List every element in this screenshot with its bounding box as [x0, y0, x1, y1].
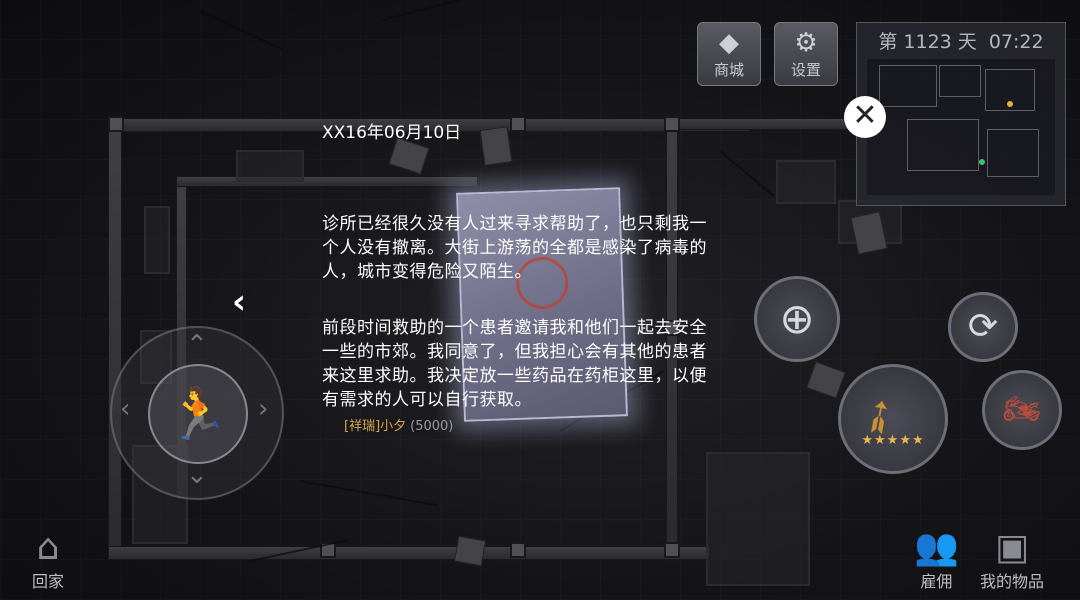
diary-paragraph-1: 诊所已经很久没有人过来寻求帮助了，也只剩我一 个人没有撤离。大街上游荡的全都是感… — [322, 212, 762, 284]
minimap-marker — [1007, 101, 1013, 107]
vehicle-button[interactable]: 🏍 — [982, 370, 1062, 450]
diary-line: 前段时间救助的一个患者邀请我和他们一起去安全 — [322, 318, 707, 338]
day-suffix: 天 — [957, 31, 977, 53]
star-icon: ★ — [911, 433, 925, 448]
home-button[interactable]: ⌂ 回家 — [32, 528, 64, 592]
minimap-player — [979, 159, 985, 165]
house-icon: ⌂ — [36, 527, 60, 568]
minimap-room — [939, 65, 981, 97]
minimap-room — [907, 119, 979, 171]
hire-label: 雇佣 — [920, 572, 953, 591]
settings-label: 设置 — [790, 61, 821, 79]
minimap-room — [987, 129, 1039, 177]
diary-line: 来这里求助。我决定放一些药品在药柜这里，以便 — [322, 366, 707, 386]
gear-icon: ⚙ — [794, 28, 818, 58]
weapon-star-rating: ★★★★★ — [841, 433, 945, 448]
diary-paragraph-2: 前段时间救助的一个患者邀请我和他们一起去安全 一些的市郊。我同意了，但我担心会有… — [322, 316, 762, 412]
day-time-panel: 第 1123 天 07:22 — [856, 22, 1066, 206]
settings-button[interactable]: ⚙ 设置 — [774, 22, 838, 86]
star-icon: ★ — [899, 433, 912, 448]
joystick-down-arrow-icon: ⌄ — [186, 460, 208, 490]
star-icon: ★ — [861, 433, 875, 448]
refresh-icon: ⟳ — [967, 306, 999, 347]
character-name: [祥瑞]小夕 — [344, 419, 407, 434]
character-name-tag: [祥瑞]小夕 (5000) — [344, 415, 453, 434]
diary-line: 个人没有撤离。大街上游荡的全都是感染了病毒的 — [322, 238, 707, 258]
joystick-knob[interactable]: 🏃 — [148, 364, 248, 464]
joystick-right-arrow-icon: › — [258, 394, 269, 424]
close-icon: ✕ — [852, 98, 878, 133]
weapon-button[interactable]: ➶ ★★★★★ — [838, 364, 948, 474]
star-icon: ★ — [874, 433, 887, 448]
magnifier-plus-icon: ⊕ — [779, 294, 815, 343]
chest-icon: ▣ — [995, 527, 1030, 568]
diamond-icon: ◆ — [719, 28, 739, 58]
day-number: 1123 — [903, 31, 952, 53]
star-icon: ★ — [886, 433, 900, 448]
shop-label: 商城 — [713, 61, 744, 79]
movement-joystick[interactable]: ⌃ ⌄ ‹ › 🏃 — [110, 326, 284, 500]
motorcycle-icon: 🏍 — [1002, 392, 1042, 427]
joystick-up-arrow-icon: ⌃ — [186, 330, 208, 360]
inventory-label: 我的物品 — [980, 572, 1045, 591]
game-scene: ◆ 商城 ⚙ 设置 第 1123 天 07:22 ✕ XX16年06月10日 诊所已… — [0, 0, 1080, 600]
close-button[interactable]: ✕ — [844, 96, 886, 138]
diary-line: 有需求的人可以自行获取。 — [322, 390, 532, 410]
inventory-button[interactable]: ▣ 我的物品 — [980, 528, 1044, 592]
switch-button[interactable]: ⟳ — [948, 292, 1018, 362]
hire-button[interactable]: 👥 雇佣 — [914, 528, 959, 592]
joystick-left-arrow-icon: ‹ — [120, 394, 131, 424]
people-icon: 👥 — [914, 527, 959, 568]
previous-page-arrow-icon[interactable]: ‹ — [232, 282, 246, 322]
clock-time: 07:22 — [988, 31, 1044, 53]
minimap[interactable] — [867, 59, 1055, 195]
diary-line: 一些的市郊。我同意了，但我担心会有其他的患者 — [322, 342, 707, 362]
running-man-icon: 🏃 — [166, 385, 230, 443]
previous-arrow-glyph: ‹ — [232, 282, 247, 322]
diary-line: 诊所已经很久没有人过来寻求帮助了，也只剩我一 — [322, 214, 707, 234]
shop-button[interactable]: ◆ 商城 — [697, 22, 761, 86]
day-prefix: 第 — [878, 31, 898, 53]
character-hp: (5000) — [410, 419, 454, 434]
diary-date: XX16年06月10日 — [322, 123, 462, 143]
zoom-button[interactable]: ⊕ — [754, 276, 840, 362]
diary-line: 人，城市变得危险又陌生。 — [322, 262, 532, 282]
home-label: 回家 — [32, 572, 65, 591]
day-time-readout: 第 1123 天 07:22 — [857, 27, 1065, 54]
minimap-room — [879, 65, 937, 107]
